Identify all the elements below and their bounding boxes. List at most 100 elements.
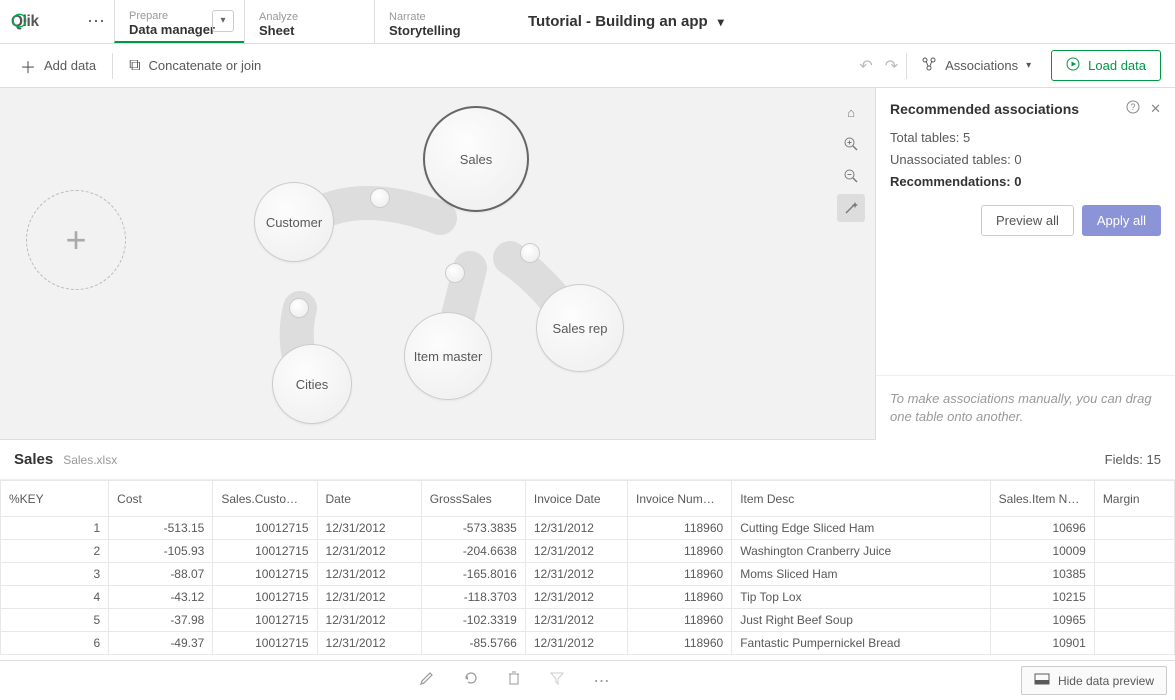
link-dot[interactable]: [520, 243, 540, 263]
bubble-label: Customer: [266, 215, 322, 230]
close-icon[interactable]: ✕: [1150, 101, 1161, 117]
table-cell: -513.15: [109, 517, 213, 540]
table-bubble-customer[interactable]: Customer: [254, 182, 334, 262]
column-header[interactable]: Cost: [109, 481, 213, 517]
qlik-logo: Qlik: [0, 0, 78, 43]
table-cell: Just Right Beef Soup: [732, 609, 990, 632]
load-data-button[interactable]: Load data: [1051, 50, 1161, 81]
table-cell: 12/31/2012: [525, 632, 627, 655]
nav-narrate[interactable]: Narrate Storytelling: [374, 0, 504, 43]
table-row[interactable]: 2-105.931001271512/31/2012-204.663812/31…: [1, 540, 1175, 563]
app-title[interactable]: Tutorial - Building an app ▾: [504, 0, 1175, 43]
table-cell: 10215: [990, 586, 1094, 609]
table-cell: 118960: [628, 517, 732, 540]
table-cell: [1094, 563, 1174, 586]
table-cell: 10012715: [213, 586, 317, 609]
zoom-in-icon[interactable]: [837, 130, 865, 158]
table-cell: -37.98: [109, 609, 213, 632]
table-row[interactable]: 3-88.071001271512/31/2012-165.801612/31/…: [1, 563, 1175, 586]
column-header[interactable]: Invoice Num…: [628, 481, 732, 517]
refresh-icon[interactable]: [463, 670, 479, 691]
table-cell: -105.93: [109, 540, 213, 563]
home-icon[interactable]: ⌂: [837, 98, 865, 126]
column-header[interactable]: Margin: [1094, 481, 1174, 517]
column-header[interactable]: Sales.Custo…: [213, 481, 317, 517]
add-data-button[interactable]: ＋ Add data: [6, 44, 110, 87]
table-cell: 10965: [990, 609, 1094, 632]
link-dot[interactable]: [289, 298, 309, 318]
associations-label: Associations: [945, 58, 1018, 73]
table-cell: 118960: [628, 540, 732, 563]
add-data-label: Add data: [44, 58, 96, 73]
view-mode-dropdown[interactable]: Associations ▾: [909, 44, 1043, 87]
table-cell: -43.12: [109, 586, 213, 609]
table-bubble-item-master[interactable]: Item master: [404, 312, 492, 400]
total-tables-value: 5: [963, 130, 970, 145]
zoom-out-icon[interactable]: [837, 162, 865, 190]
table-cell: 2: [1, 540, 109, 563]
edit-icon[interactable]: [419, 670, 435, 691]
total-tables-label: Total tables:: [890, 130, 959, 145]
column-header[interactable]: Invoice Date: [525, 481, 627, 517]
app-menu-icon[interactable]: ⋯: [78, 0, 114, 43]
table-bubble-sales[interactable]: Sales: [423, 106, 529, 212]
filter-icon[interactable]: [549, 670, 565, 691]
table-cell: [1094, 632, 1174, 655]
delete-icon[interactable]: [507, 670, 521, 691]
table-bubble-cities[interactable]: Cities: [272, 344, 352, 424]
plus-icon: ＋: [20, 54, 36, 78]
concatenate-button[interactable]: ⧉ Concatenate or join: [115, 44, 275, 87]
nav-prepare[interactable]: Prepare Data manager ▾: [114, 0, 244, 43]
table-row[interactable]: 4-43.121001271512/31/2012-118.370312/31/…: [1, 586, 1175, 609]
unassoc-value: 0: [1014, 152, 1021, 167]
apply-all-button[interactable]: Apply all: [1082, 205, 1161, 236]
link-dot[interactable]: [445, 263, 465, 283]
table-cell: 118960: [628, 609, 732, 632]
table-row[interactable]: 1-513.151001271512/31/2012-573.383512/31…: [1, 517, 1175, 540]
table-row[interactable]: 5-37.981001271512/31/2012-102.331912/31/…: [1, 609, 1175, 632]
column-header[interactable]: Sales.Item N…: [990, 481, 1094, 517]
table-cell: [1094, 517, 1174, 540]
nav-analyze-small: Analyze: [259, 11, 360, 23]
chevron-down-icon: ▾: [1026, 60, 1031, 71]
table-row[interactable]: 6-49.371001271512/31/2012-85.576612/31/2…: [1, 632, 1175, 655]
more-icon[interactable]: ⋯: [593, 671, 609, 691]
table-cell: Fantastic Pumpernickel Bread: [732, 632, 990, 655]
table-cell: 5: [1, 609, 109, 632]
hide-data-preview-button[interactable]: Hide data preview: [1021, 666, 1167, 695]
help-icon[interactable]: ?: [1126, 100, 1140, 117]
table-cell: Washington Cranberry Juice: [732, 540, 990, 563]
table-cell: -85.5766: [421, 632, 525, 655]
column-header[interactable]: Item Desc: [732, 481, 990, 517]
magic-wand-icon[interactable]: [837, 194, 865, 222]
table-cell: 12/31/2012: [525, 609, 627, 632]
play-icon: [1066, 57, 1080, 74]
nav-prepare-dropdown[interactable]: ▾: [212, 10, 234, 32]
undo-icon[interactable]: ↶: [853, 56, 878, 76]
recommendations-value: 0: [1014, 174, 1021, 189]
table-bubble-sales-rep[interactable]: Sales rep: [536, 284, 624, 372]
table-cell: 12/31/2012: [317, 540, 421, 563]
bubble-label: Item master: [414, 349, 483, 364]
column-header[interactable]: GrossSales: [421, 481, 525, 517]
table-cell: [1094, 540, 1174, 563]
nav-analyze[interactable]: Analyze Sheet: [244, 0, 374, 43]
table-cell: 118960: [628, 586, 732, 609]
nav-narrate-small: Narrate: [389, 11, 490, 23]
table-cell: -88.07: [109, 563, 213, 586]
load-data-label: Load data: [1088, 58, 1146, 73]
bubble-label: Sales: [460, 152, 493, 167]
table-cell: 10012715: [213, 609, 317, 632]
table-cell: 10012715: [213, 540, 317, 563]
data-preview-table: %KEYCostSales.Custo…DateGrossSalesInvoic…: [0, 480, 1175, 655]
recommendations-panel: Recommended associations ? ✕ Total table…: [875, 88, 1175, 440]
table-cell: 12/31/2012: [317, 563, 421, 586]
column-header[interactable]: Date: [317, 481, 421, 517]
preview-all-button[interactable]: Preview all: [981, 205, 1074, 236]
redo-icon[interactable]: ↷: [879, 56, 904, 76]
associations-canvas[interactable]: + Sales Customer Cities Item master Sale…: [0, 88, 875, 440]
table-cell: 12/31/2012: [317, 517, 421, 540]
column-header[interactable]: %KEY: [1, 481, 109, 517]
chevron-down-icon: ▾: [718, 15, 724, 29]
link-dot[interactable]: [370, 188, 390, 208]
